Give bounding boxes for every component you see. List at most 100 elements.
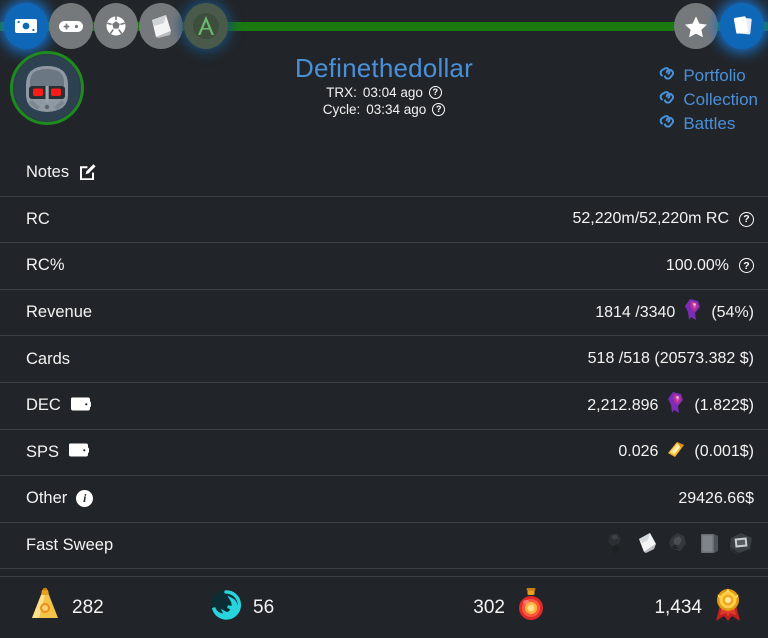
trx-label: TRX: xyxy=(326,84,357,101)
stat-medal[interactable]: 1,434 xyxy=(575,587,768,629)
stat-potion[interactable]: 302 xyxy=(378,587,575,629)
fast-sweep-icon-group xyxy=(604,530,754,561)
top-navigation-bar xyxy=(0,0,768,52)
book-item-icon[interactable] xyxy=(697,530,721,561)
link-chain-icon xyxy=(659,90,676,110)
top-nav-left-group xyxy=(4,3,228,49)
avatar[interactable] xyxy=(10,51,84,125)
dec-gem-icon xyxy=(665,391,687,420)
row-rc-percent[interactable]: RC% 100.00% ? xyxy=(0,243,768,290)
row-dec-label: DEC xyxy=(26,396,61,415)
row-cards-label: Cards xyxy=(26,350,70,369)
stat-spiral-value: 56 xyxy=(253,597,274,619)
link-chain-icon xyxy=(659,114,676,134)
row-dec-label-group: DEC xyxy=(26,395,91,417)
gold-medal-icon xyxy=(712,587,744,629)
row-rc-value: 52,220m/52,220m RC xyxy=(572,210,729,228)
cycle-value: 03:34 ago xyxy=(366,101,426,118)
stats-list: Notes RC 52,220m/52,220m RC ? xyxy=(0,150,768,569)
wallet-icon[interactable] xyxy=(70,395,91,417)
cycle-help-icon[interactable]: ? xyxy=(432,103,445,116)
header-center: Definethedollar TRX: 03:04 ago ? Cycle: … xyxy=(180,52,588,118)
ball-icon[interactable] xyxy=(94,3,138,49)
dec-gem-icon xyxy=(682,298,704,327)
row-rc-percent-value: 100.00% xyxy=(666,257,729,275)
wallet-icon[interactable] xyxy=(68,441,89,463)
row-other-label-group: Other i xyxy=(26,489,93,508)
row-rc-percent-label-group: RC% xyxy=(26,256,65,275)
row-revenue[interactable]: Revenue 1814 /3340 (54%) xyxy=(0,290,768,337)
row-notes[interactable]: Notes xyxy=(0,150,768,197)
row-sps[interactable]: SPS 0.026 xyxy=(0,430,768,477)
row-notes-label-group: Notes xyxy=(26,161,97,185)
row-fast-sweep-label: Fast Sweep xyxy=(26,536,113,555)
stat-gold-sack-value: 282 xyxy=(72,597,104,619)
link-battles-label: Battles xyxy=(683,114,735,134)
trx-help-icon[interactable]: ? xyxy=(429,86,442,99)
row-revenue-value-group: 1814 /3340 (54%) xyxy=(595,298,754,327)
link-collection[interactable]: Collection xyxy=(659,90,758,110)
frame-item-icon[interactable] xyxy=(728,530,754,561)
alpha-logo-icon[interactable] xyxy=(184,3,228,49)
trx-status-line: TRX: 03:04 ago ? xyxy=(180,84,588,101)
row-sps-value-group: 0.026 (0.001$) xyxy=(618,439,754,466)
row-revenue-label-group: Revenue xyxy=(26,303,92,322)
star-icon[interactable] xyxy=(674,3,718,49)
row-cards-value: 518 /518 (20573.382 $) xyxy=(588,350,754,368)
info-icon[interactable]: i xyxy=(76,490,93,507)
row-dec-value-group: 2,212.896 (1.822$) xyxy=(587,391,754,420)
stat-gold-sack[interactable]: 282 xyxy=(0,587,197,629)
rc-help-icon[interactable]: ? xyxy=(739,212,754,227)
stat-medal-value: 1,434 xyxy=(654,597,702,619)
cycle-label: Cycle: xyxy=(323,101,361,118)
stat-potion-value: 302 xyxy=(473,597,505,619)
money-icon[interactable] xyxy=(4,3,48,49)
top-nav-right-group xyxy=(674,3,764,49)
trx-value: 03:04 ago xyxy=(363,84,423,101)
row-other-label: Other xyxy=(26,489,67,508)
link-chain-icon xyxy=(659,66,676,86)
row-rc[interactable]: RC 52,220m/52,220m RC ? xyxy=(0,197,768,244)
row-notes-label: Notes xyxy=(26,163,69,182)
stat-spiral[interactable]: 56 xyxy=(197,588,378,628)
row-cards-label-group: Cards xyxy=(26,350,70,369)
row-rc-label-group: RC xyxy=(26,210,50,229)
header-links: Portfolio Collection Battles xyxy=(659,66,758,134)
row-rc-percent-label: RC% xyxy=(26,256,65,275)
link-portfolio-label: Portfolio xyxy=(683,66,745,86)
row-dec[interactable]: DEC 2,212.896 xyxy=(0,383,768,430)
app-root: Definethedollar TRX: 03:04 ago ? Cycle: … xyxy=(0,0,768,638)
row-revenue-percent: (54%) xyxy=(711,304,754,322)
gloves-item-icon[interactable] xyxy=(604,530,628,561)
row-sps-usd: (0.001$) xyxy=(694,443,754,461)
row-other-value: 29426.66$ xyxy=(678,490,754,508)
link-collection-label: Collection xyxy=(683,90,758,110)
row-dec-usd: (1.822$) xyxy=(694,397,754,415)
cards-stack-icon[interactable] xyxy=(720,3,764,49)
rubble-item-icon[interactable] xyxy=(666,530,690,561)
row-other-value-group: 29426.66$ xyxy=(678,490,754,508)
link-battles[interactable]: Battles xyxy=(659,114,735,134)
row-sps-label: SPS xyxy=(26,443,59,462)
row-other[interactable]: Other i 29426.66$ xyxy=(0,476,768,523)
paper-item-icon[interactable] xyxy=(635,530,659,561)
edit-icon[interactable] xyxy=(78,161,97,185)
link-portfolio[interactable]: Portfolio xyxy=(659,66,745,86)
row-rc-label: RC xyxy=(26,210,50,229)
sps-token-icon xyxy=(665,439,687,466)
row-cards[interactable]: Cards 518 /518 (20573.382 $) xyxy=(0,336,768,383)
cycle-status-line: Cycle: 03:34 ago ? xyxy=(180,101,588,118)
bottom-stats-bar: 282 56 302 xyxy=(0,576,768,638)
row-dec-value: 2,212.896 xyxy=(587,397,658,415)
rc-percent-help-icon[interactable]: ? xyxy=(739,258,754,273)
row-sps-value: 0.026 xyxy=(618,443,658,461)
row-revenue-value: 1814 /3340 xyxy=(595,304,675,322)
row-rc-value-group: 52,220m/52,220m RC ? xyxy=(572,210,754,228)
card-icon[interactable] xyxy=(139,3,183,49)
row-fast-sweep-label-group: Fast Sweep xyxy=(26,536,113,555)
gamepad-icon[interactable] xyxy=(49,3,93,49)
page-title: Definethedollar xyxy=(180,52,588,84)
row-fast-sweep[interactable]: Fast Sweep xyxy=(0,523,768,570)
cyan-spiral-icon xyxy=(209,588,243,628)
row-sps-label-group: SPS xyxy=(26,441,89,463)
